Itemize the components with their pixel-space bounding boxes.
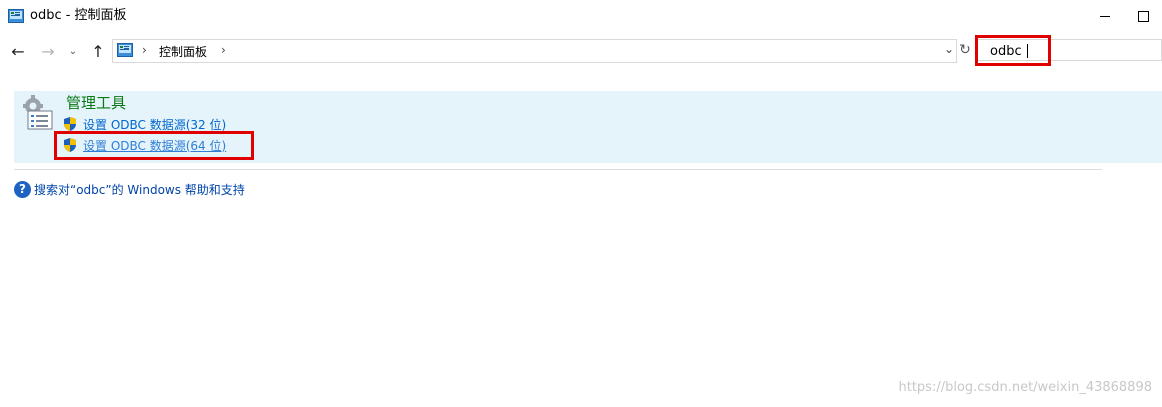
control-panel-icon (117, 43, 133, 57)
forward-button[interactable]: → (38, 40, 58, 62)
recent-locations-button[interactable]: ⌄ (66, 40, 80, 62)
annotation-box-odbc-64 (54, 131, 254, 160)
help-search-row[interactable]: ? 搜索对“odbc”的 Windows 帮助和支持 (14, 180, 245, 198)
title-bar: odbc - 控制面板 (0, 0, 1162, 32)
up-button[interactable]: ↑ (88, 40, 108, 62)
uac-shield-icon (64, 117, 76, 131)
breadcrumb-control-panel[interactable]: 控制面板 (159, 43, 207, 60)
back-button[interactable]: ← (8, 40, 28, 62)
control-panel-icon (8, 9, 24, 23)
group-title-admin-tools[interactable]: 管理工具 (66, 94, 126, 112)
refresh-button[interactable]: ↻ (955, 39, 975, 61)
chevron-down-icon: ⌄ (68, 45, 78, 57)
section-divider (14, 169, 1102, 170)
refresh-icon: ↻ (959, 42, 971, 58)
maximize-button[interactable] (1120, 0, 1162, 32)
breadcrumb-chevron-icon[interactable]: › (221, 43, 226, 57)
address-bar[interactable]: › 控制面板 › ⌄ (112, 39, 957, 63)
help-icon: ? (14, 180, 31, 198)
forward-arrow-icon: → (41, 41, 55, 61)
watermark: https://blog.csdn.net/weixin_43868898 (898, 380, 1152, 395)
up-arrow-icon: ↑ (91, 41, 105, 61)
annotation-box-search (975, 35, 1051, 66)
maximize-icon (1137, 10, 1149, 22)
breadcrumb-chevron-icon[interactable]: › (142, 43, 147, 57)
task-link[interactable]: 设置 ODBC 数据源(32 位) (83, 116, 226, 133)
address-dropdown-icon[interactable]: ⌄ (944, 42, 954, 56)
back-arrow-icon: ← (11, 41, 25, 61)
administrative-tools-icon (23, 95, 53, 130)
help-search-link[interactable]: 搜索对“odbc”的 Windows 帮助和支持 (34, 181, 245, 198)
minimize-icon (1100, 15, 1110, 17)
window-title: odbc - 控制面板 (30, 8, 127, 23)
